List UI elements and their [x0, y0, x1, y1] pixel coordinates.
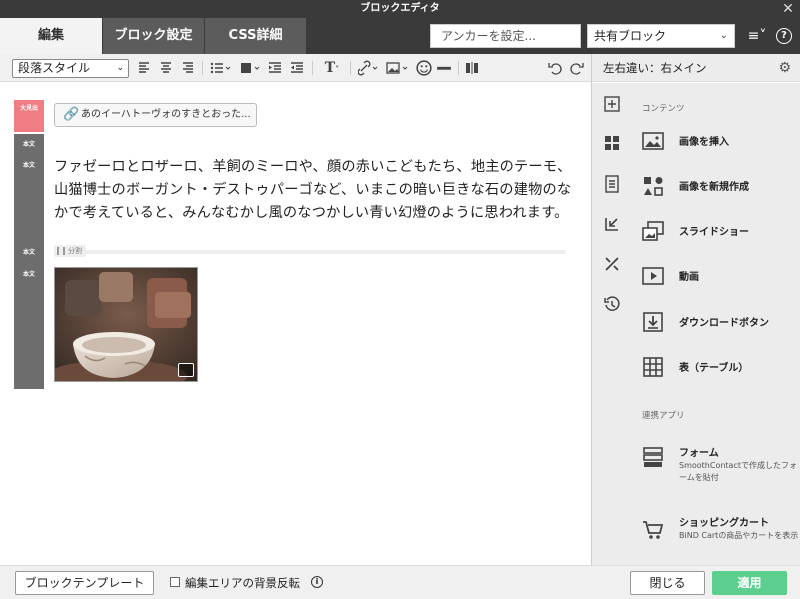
right-panel-rail [592, 83, 631, 565]
right-panel-title: 左右違い：右メイン [603, 61, 707, 75]
slideshow-icon [642, 221, 664, 241]
chevron-down-icon: ⌄ [719, 30, 728, 41]
heading-marker-label: 大見出 [19, 105, 38, 112]
align-left-icon[interactable] [138, 60, 152, 76]
chevron-down-icon: ⌄ [116, 63, 124, 73]
tab-block-settings[interactable]: ブロック設定 [103, 18, 204, 54]
window-titlebar: ブロックエディタ ✕ [0, 0, 800, 18]
body-marker-label: 本文 [22, 141, 35, 148]
close-button[interactable]: 閉じる [630, 571, 705, 595]
import-icon[interactable] [603, 215, 621, 233]
split-icon[interactable] [465, 60, 479, 76]
right-panel-header: 左右違い：右メイン ⚙ [592, 54, 800, 82]
anchor-input[interactable]: アンカーを設定... [430, 24, 581, 48]
block-template-button[interactable]: ブロックテンプレート [15, 571, 154, 595]
add-icon[interactable] [603, 95, 621, 113]
split-icon [57, 247, 65, 255]
content-list: コンテンツ 画像を挿入 画像を新規作成 スライドショー 動画 ダウンロードボタン… [631, 83, 800, 565]
pottery-photo[interactable] [54, 267, 198, 382]
body-marker-label: 本文 [22, 162, 35, 169]
download-icon [643, 312, 663, 332]
tab-edit[interactable]: 編集 [0, 18, 102, 54]
paragraph-text[interactable]: ファゼーロとロザーロ、羊飼のミーロや、顔の赤いこどもたち、地主のテーモ、山猫博士… [54, 156, 574, 225]
history-icon[interactable] [603, 295, 621, 313]
footer-bar: ブロックテンプレート 編集エリアの背景反転 i 閉じる 適用 [0, 565, 800, 599]
table-icon [643, 357, 663, 377]
indent-icon[interactable] [268, 60, 282, 76]
tools-icon[interactable] [603, 255, 621, 273]
redo-icon[interactable] [570, 60, 584, 76]
toolbar-divider [458, 61, 459, 75]
cart-app-label: ショッピングカート [679, 518, 769, 529]
split-label: 分割 [68, 247, 82, 255]
video-icon [642, 267, 664, 285]
video-label: 動画 [679, 272, 699, 283]
body-marker-label: 本文 [22, 271, 35, 278]
image-icon [642, 132, 664, 150]
apps-section-title: 連携アプリ [642, 411, 685, 421]
form-app-desc: SmoothContactで作成したフォームを貼付 [679, 461, 797, 482]
link-icon[interactable] [358, 60, 380, 76]
info-icon[interactable]: i [311, 576, 323, 588]
block-icon[interactable] [240, 60, 262, 76]
invert-background-label[interactable]: 編集エリアの背景反転 [185, 575, 300, 591]
slideshow-label: スライドショー [679, 227, 749, 238]
list-icon[interactable] [210, 60, 232, 76]
insert-image-label: 画像を挿入 [679, 137, 729, 148]
apply-button[interactable]: 適用 [712, 571, 787, 595]
new-image-label: 画像を新規作成 [679, 182, 749, 193]
split-divider[interactable] [56, 250, 566, 254]
image-badge-icon[interactable] [178, 363, 194, 377]
anchor-link-button[interactable]: 🔗 あのイーハトーヴォのすきとおった... [54, 103, 257, 127]
shared-block-value: 共有ブロック [594, 29, 667, 43]
menu-icon[interactable]: ≡˅ [744, 24, 770, 48]
form-icon [643, 447, 663, 467]
text-format-icon[interactable]: T˅ [320, 60, 344, 76]
image-icon[interactable] [386, 60, 410, 76]
align-center-icon[interactable] [159, 60, 173, 76]
outdent-icon[interactable] [290, 60, 304, 76]
body-block-marker[interactable] [14, 134, 44, 389]
anchor-link-label: あのイーハトーヴォのすきとおった... [81, 109, 251, 120]
gear-icon[interactable]: ⚙ [778, 54, 791, 82]
split-tag[interactable]: 分割 [54, 245, 86, 257]
tab-css-details[interactable]: CSS詳細 [205, 18, 306, 54]
shared-block-select[interactable]: 共有ブロック ⌄ [587, 24, 735, 48]
page-icon[interactable] [603, 175, 621, 193]
grid-icon[interactable] [603, 134, 621, 152]
contents-section-title: コンテンツ [642, 104, 685, 114]
photo-illustration [55, 268, 197, 381]
editor-canvas[interactable]: 大見出 本文 本文 本文 本文 🔗 あのイーハトーヴォのすきとおった... ファ… [0, 83, 592, 565]
window-title: ブロックエディタ [360, 3, 440, 14]
toolbar-divider [312, 61, 313, 75]
close-icon[interactable]: ✕ [780, 0, 796, 18]
toolbar-divider [350, 61, 351, 75]
paragraph-style-value: 段落スタイル [18, 61, 91, 75]
cart-app-desc: BiND Cartの商品やカートを表示 [679, 531, 799, 540]
form-app-label: フォーム [679, 448, 719, 459]
download-button-label: ダウンロードボタン [679, 318, 769, 329]
link-icon: 🔗 [63, 107, 80, 122]
paragraph-style-select[interactable]: 段落スタイル ⌄ [12, 59, 129, 78]
body-marker-label: 本文 [22, 249, 35, 256]
shapes-icon [644, 177, 663, 196]
table-label: 表（テーブル） [679, 363, 749, 374]
tab-bar: 編集 ブロック設定 CSS詳細 アンカーを設定... 共有ブロック ⌄ ≡˅ ? [0, 18, 800, 54]
undo-icon[interactable] [548, 60, 562, 76]
align-right-icon[interactable] [180, 60, 194, 76]
emoji-icon[interactable] [416, 60, 432, 76]
format-toolbar: 段落スタイル ⌄ T˅ [0, 54, 592, 82]
toolbar-divider [202, 61, 203, 75]
help-icon[interactable]: ? [776, 28, 792, 44]
hr-icon[interactable] [436, 60, 452, 76]
invert-background-checkbox[interactable] [170, 577, 180, 587]
cart-icon [643, 521, 664, 539]
